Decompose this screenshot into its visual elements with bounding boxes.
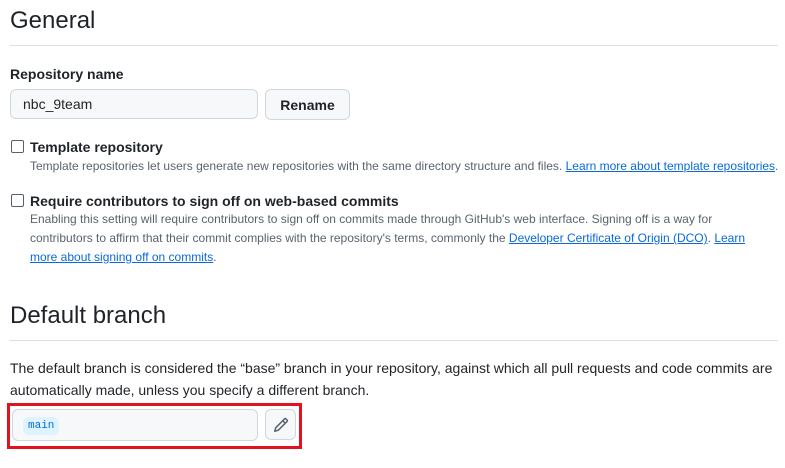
dco-link[interactable]: Developer Certificate of Origin (DCO): [509, 231, 708, 245]
template-repo-learn-more-link[interactable]: Learn more about template repositories: [566, 159, 775, 173]
signoff-description: Enabling this setting will require contr…: [30, 210, 780, 267]
template-repo-label[interactable]: Template repository: [30, 139, 163, 155]
signoff-description-end: .: [213, 250, 217, 264]
signoff-description-text: contributors to affirm that their commit…: [30, 231, 509, 245]
default-branch-divider: [10, 340, 778, 341]
general-heading: General: [10, 7, 96, 34]
default-branch-description-line2: automatically made, unless you specify a…: [10, 382, 370, 398]
default-branch-description: The default branch is considered the “ba…: [10, 357, 778, 401]
repo-name-input[interactable]: [10, 89, 258, 119]
repo-name-label: Repository name: [10, 66, 124, 82]
rename-button[interactable]: Rename: [265, 89, 350, 120]
template-repo-description-end: .: [775, 159, 779, 173]
general-divider: [10, 45, 778, 46]
pencil-icon: [273, 417, 289, 433]
template-repo-checkbox[interactable]: [11, 140, 24, 153]
signoff-description-line1: Enabling this setting will require contr…: [30, 212, 713, 226]
template-repo-description-text: Template repositories let users generate…: [30, 159, 566, 173]
branch-name-pill: main: [23, 417, 60, 435]
signoff-label[interactable]: Require contributors to sign off on web-…: [30, 193, 399, 209]
signoff-learn-more-link-part1[interactable]: Learn: [714, 231, 745, 245]
signoff-learn-more-link-part2[interactable]: more about signing off on commits: [30, 250, 213, 264]
default-branch-field: main: [12, 409, 258, 441]
signoff-description-line2: contributors to affirm that their commit…: [30, 229, 780, 248]
default-branch-description-line1: The default branch is considered the “ba…: [10, 360, 773, 376]
signoff-checkbox[interactable]: [11, 194, 24, 207]
signoff-description-line3: more about signing off on commits.: [30, 248, 780, 267]
edit-default-branch-button[interactable]: [265, 409, 296, 440]
default-branch-heading: Default branch: [10, 302, 167, 329]
template-repo-description: Template repositories let users generate…: [30, 157, 780, 176]
